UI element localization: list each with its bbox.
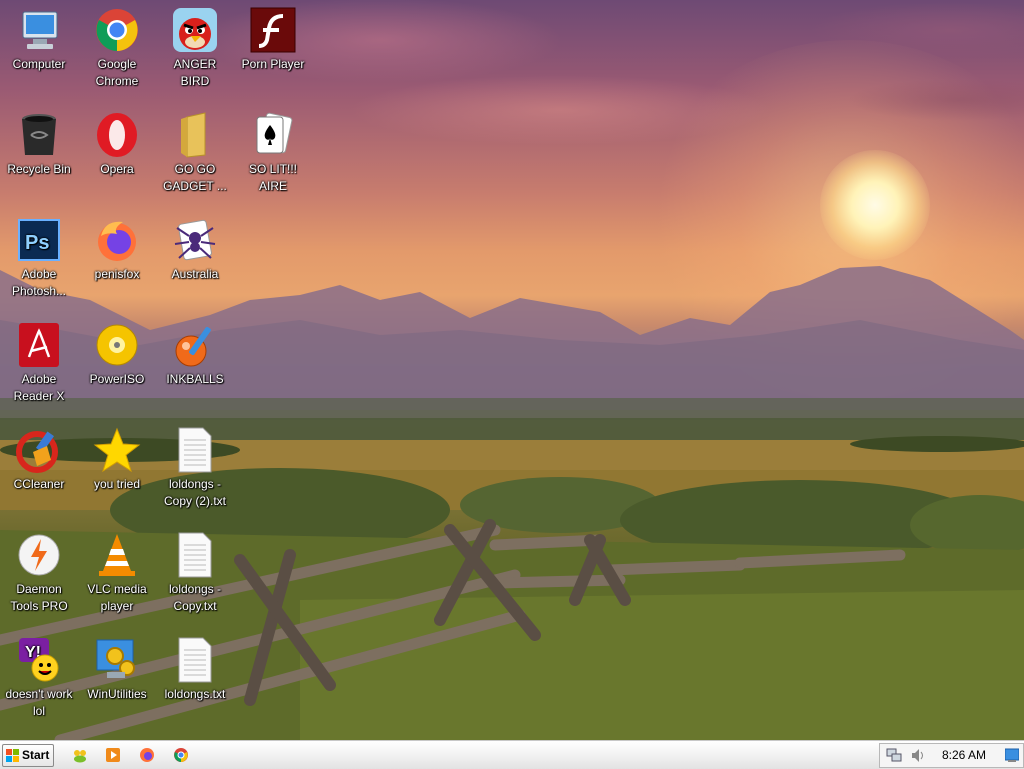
- desktop-icon-photoshop[interactable]: Ps Adobe Photosh...: [0, 210, 78, 300]
- firefox-icon: [93, 216, 141, 264]
- desktop-icon-firefox[interactable]: penisfox: [78, 210, 156, 283]
- yahoo-messenger-icon: Y!: [15, 636, 63, 684]
- show-desktop-icon[interactable]: [1005, 748, 1019, 762]
- desktop-icon-google-chrome[interactable]: Google Chrome: [78, 0, 156, 90]
- desktop-icon-adobe-reader[interactable]: Adobe Reader X: [0, 315, 78, 405]
- folder-icon: [171, 111, 219, 159]
- text-file-icon: [171, 426, 219, 474]
- winutilities-icon: [93, 636, 141, 684]
- computer-icon: [15, 6, 63, 54]
- desktop-icon-loldongs[interactable]: loldongs.txt: [156, 630, 234, 703]
- desktop-icon-opera[interactable]: Opera: [78, 105, 156, 178]
- desktop-icon-recycle-bin[interactable]: Recycle Bin: [0, 105, 78, 178]
- system-tray: 8:26 AM: [879, 743, 1024, 768]
- inkball-icon: [171, 321, 219, 369]
- taskbar: Start 8:26 AM: [0, 740, 1024, 769]
- desktop-icon-so-lit-aire[interactable]: SO LIT!!! AIRE: [234, 105, 312, 195]
- desktop-icon-vlc[interactable]: VLC media player: [78, 525, 156, 615]
- windows-flag-icon: [6, 749, 19, 762]
- vlc-icon: [93, 531, 141, 579]
- desktop-icon-loldongs-copy[interactable]: loldongs - Copy.txt: [156, 525, 234, 615]
- desktop-icon-go-go-gadget[interactable]: GO GO GADGET ...: [156, 105, 234, 195]
- desktop-icon-loldongs-copy-2[interactable]: loldongs - Copy (2).txt: [156, 420, 234, 510]
- desktop-icon-winutilities[interactable]: WinUtilities: [78, 630, 156, 703]
- start-button[interactable]: Start: [2, 744, 54, 767]
- chrome-icon: [93, 6, 141, 54]
- desktop-icon-computer[interactable]: Computer: [0, 0, 78, 73]
- text-file-icon: [171, 636, 219, 684]
- media-player-icon[interactable]: [105, 747, 121, 763]
- desktop-icon-inkballs[interactable]: INKBALLS: [156, 315, 234, 388]
- desktop-icon-daemon-tools[interactable]: Daemon Tools PRO: [0, 525, 78, 615]
- desktop[interactable]: Computer Recycle Bin Ps Adobe Photosh...…: [0, 0, 1024, 740]
- desktop-icon-porn-player[interactable]: Porn Player: [234, 0, 312, 73]
- flash-player-icon: [249, 6, 297, 54]
- volume-icon[interactable]: [910, 748, 926, 763]
- desktop-icon-australia[interactable]: Australia: [156, 210, 234, 283]
- messenger-icon[interactable]: [72, 747, 88, 763]
- firefox-icon[interactable]: [139, 747, 155, 763]
- spider-solitaire-icon: [171, 216, 219, 264]
- photoshop-icon: Ps: [15, 216, 63, 264]
- angry-bird-icon: [171, 6, 219, 54]
- network-icon[interactable]: [886, 748, 902, 763]
- desktop-icon-anger-bird[interactable]: ANGER BIRD: [156, 0, 234, 90]
- svg-text:Ps: Ps: [25, 232, 49, 254]
- desktop-icon-you-tried[interactable]: you tried: [78, 420, 156, 493]
- clock[interactable]: 8:26 AM: [942, 748, 986, 762]
- desktop-icon-ccleaner[interactable]: CCleaner: [0, 420, 78, 493]
- solitaire-icon: [249, 111, 297, 159]
- poweriso-icon: [93, 321, 141, 369]
- desktop-icon-poweriso[interactable]: PowerISO: [78, 315, 156, 388]
- daemon-tools-icon: [15, 531, 63, 579]
- opera-icon: [93, 111, 141, 159]
- ccleaner-icon: [15, 426, 63, 474]
- chrome-icon[interactable]: [173, 747, 189, 763]
- desktop-icon-yahoo-messenger[interactable]: Y! doesn't work lol: [0, 630, 78, 720]
- text-file-icon: [171, 531, 219, 579]
- adobe-reader-icon: [15, 321, 63, 369]
- recycle-bin-icon: [15, 111, 63, 159]
- star-icon: [93, 426, 141, 474]
